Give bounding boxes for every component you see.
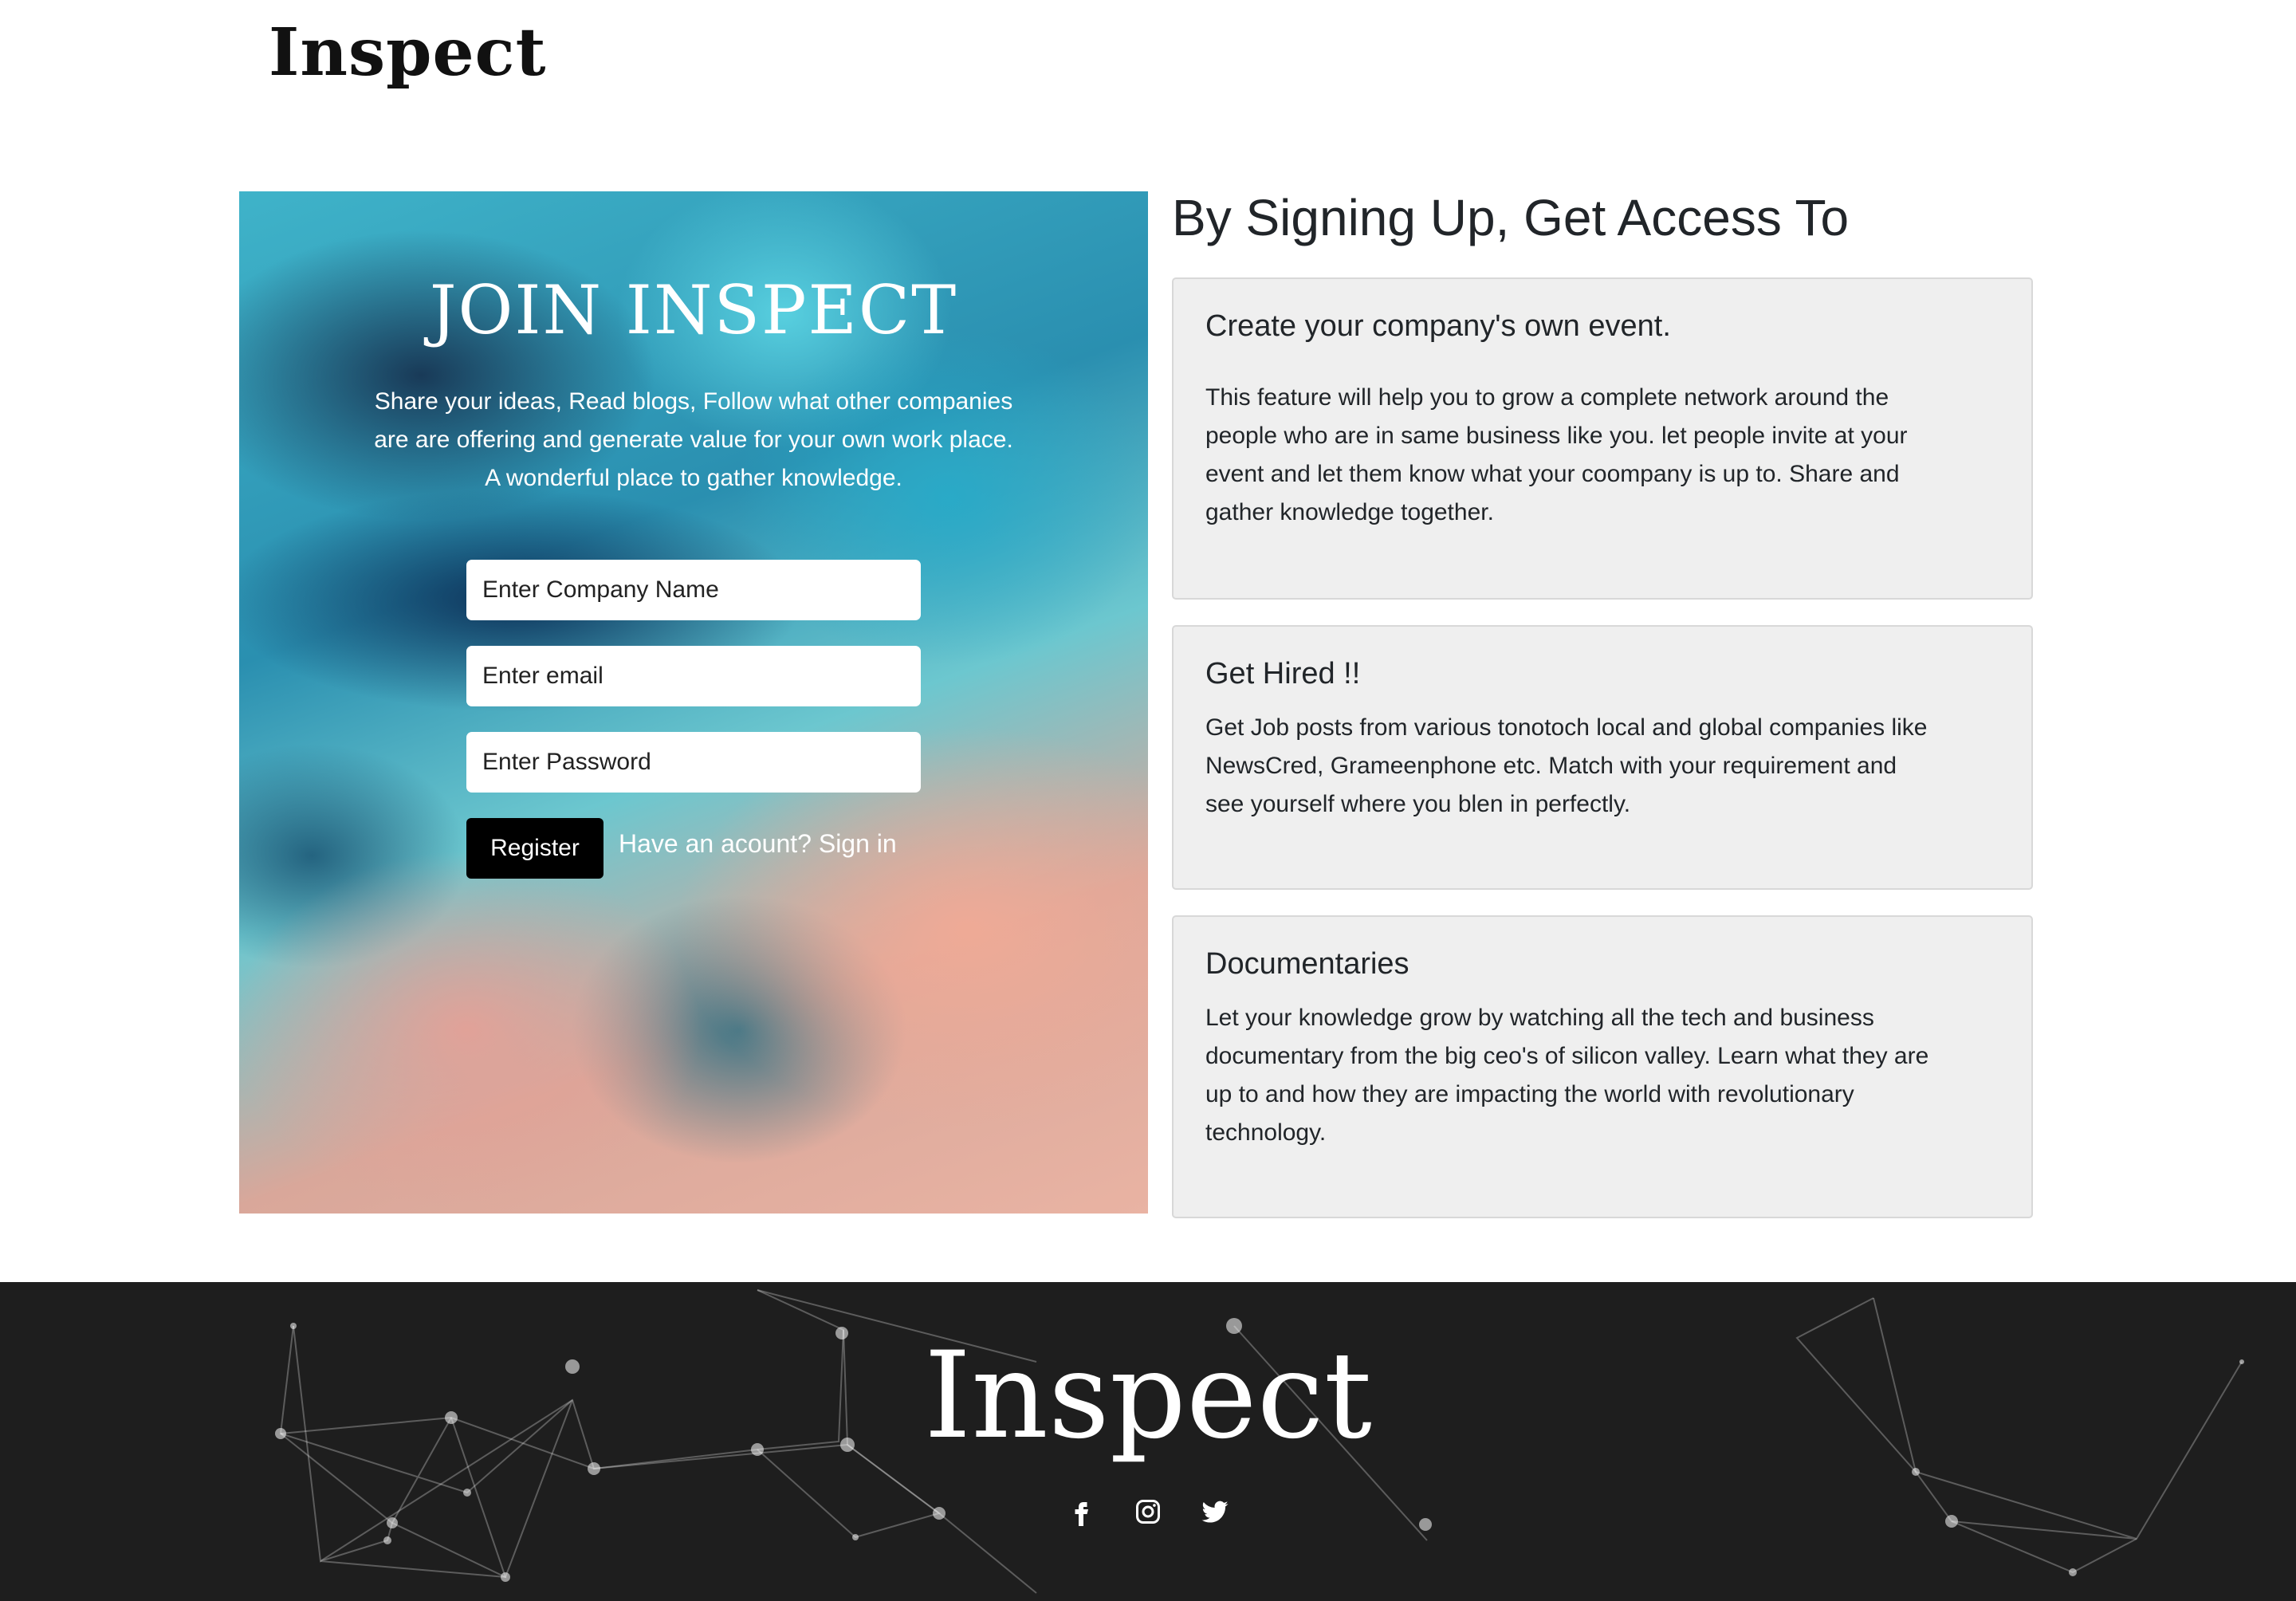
card-text: Get Job posts from various tonotoch loca… (1205, 709, 1999, 824)
signup-title: JOIN INSPECT (429, 271, 958, 349)
card-text-line: Get Job posts from various tonotoch loca… (1205, 714, 1928, 741)
site-logo[interactable]: Inspect (269, 14, 546, 91)
signup-description-line: Share your ideas, Read blogs, Follow wha… (374, 388, 1013, 415)
register-button[interactable]: Register (466, 818, 603, 879)
card-text-line: people who are in same business like you… (1205, 423, 1908, 449)
instagram-icon[interactable] (1134, 1497, 1162, 1526)
signup-description: Share your ideas, Read blogs, Follow wha… (351, 383, 1036, 498)
feature-card-hired: Get Hired !! Get Job posts from various … (1172, 625, 2033, 890)
sign-in-link[interactable]: Have an acount? Sign in (619, 829, 897, 859)
card-text-line: technology. (1205, 1119, 1327, 1146)
twitter-icon[interactable] (1201, 1497, 1229, 1526)
card-text: Let your knowledge grow by watching all … (1205, 999, 1999, 1152)
social-links (0, 1497, 2296, 1526)
card-text-line: This feature will help you to grow a com… (1205, 384, 1889, 411)
card-text-line: documentary from the big ceo's of silico… (1205, 1043, 1929, 1069)
footer-logo: Inspect (924, 1327, 1372, 1465)
card-text-line: NewsCred, Grameenphone etc. Match with y… (1205, 753, 1897, 779)
signup-description-line: A wonderful place to gather knowledge. (485, 465, 902, 491)
card-text-line: gather knowledge together. (1205, 499, 1494, 525)
card-text-line: event and let them know what your coompa… (1205, 461, 1900, 487)
footer: Inspect (0, 1282, 2296, 1601)
card-text-line: Let your knowledge grow by watching all … (1205, 1005, 1874, 1031)
password-input[interactable] (466, 732, 921, 793)
company-name-input[interactable] (466, 560, 921, 620)
card-text-line: see yourself where you blen in perfectly… (1205, 791, 1631, 817)
card-title: Get Hired !! (1205, 657, 1361, 690)
card-title: Create your company's own event. (1205, 309, 1671, 343)
card-text-line: up to and how they are impacting the wor… (1205, 1081, 1854, 1107)
facebook-icon[interactable] (1067, 1497, 1095, 1526)
access-heading: By Signing Up, Get Access To (1172, 189, 1850, 246)
signup-panel: JOIN INSPECT Share your ideas, Read blog… (239, 191, 1148, 1214)
feature-card-events: Create your company's own event. This fe… (1172, 277, 2033, 600)
card-text: This feature will help you to grow a com… (1205, 379, 1999, 532)
email-input[interactable] (466, 646, 921, 706)
signup-description-line: are are offering and generate value for … (374, 427, 1013, 453)
feature-card-documentaries: Documentaries Let your knowledge grow by… (1172, 915, 2033, 1218)
card-title: Documentaries (1205, 947, 1409, 981)
